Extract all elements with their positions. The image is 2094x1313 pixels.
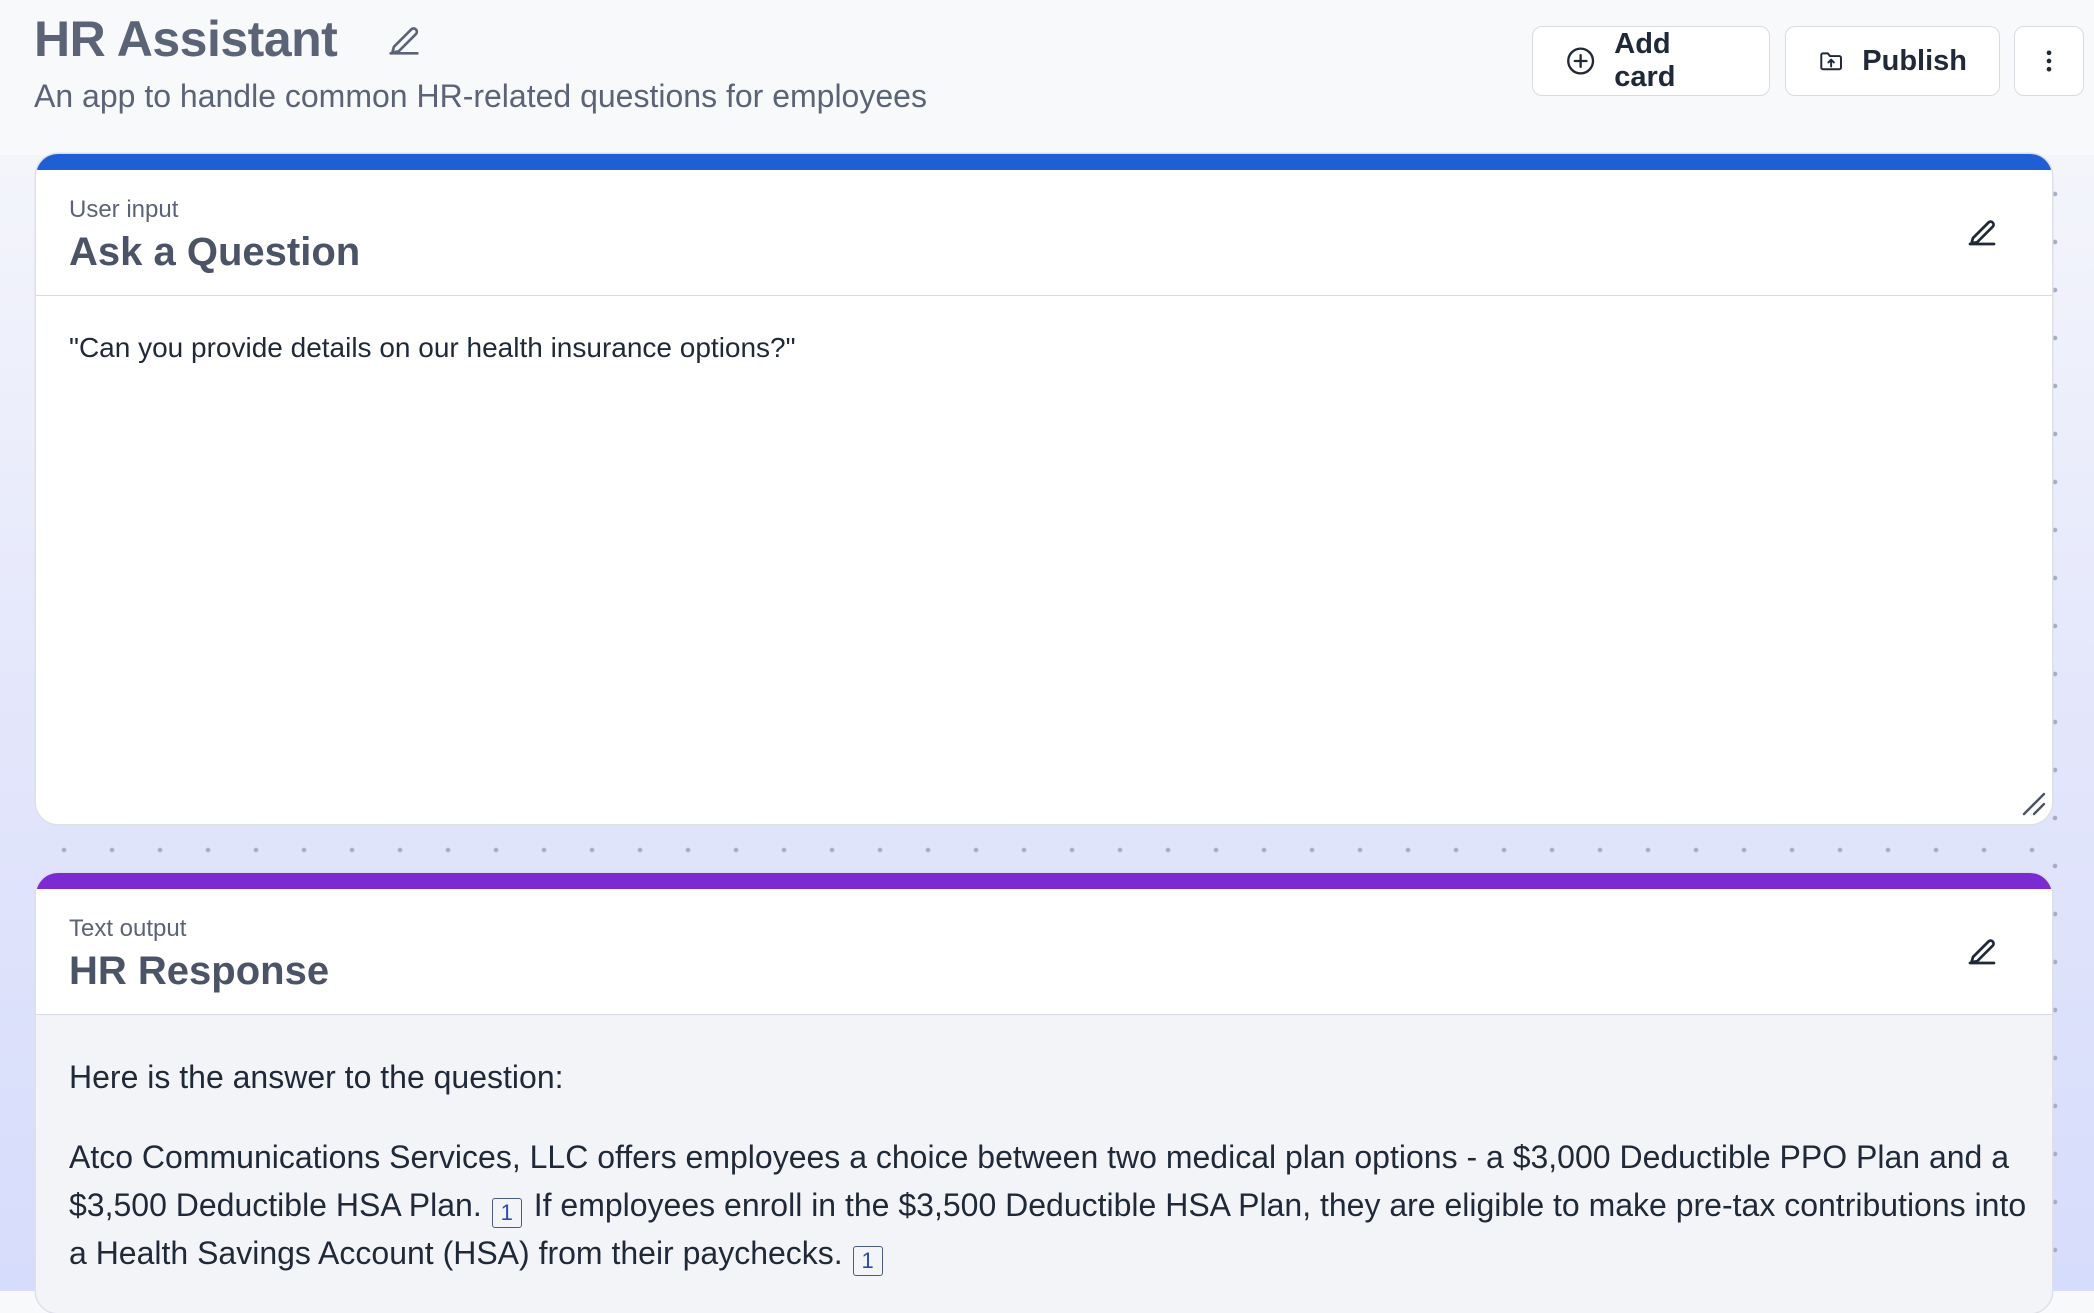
card-header: User input Ask a Question <box>36 170 2052 296</box>
text-output-card: Text output HR Response Here is the answ… <box>36 873 2052 1313</box>
card-kind-label: User input <box>69 196 179 223</box>
publish-button[interactable]: Publish <box>1785 26 2000 96</box>
question-input-value: "Can you provide details on our health i… <box>69 332 796 363</box>
card-title: HR Response <box>69 949 330 993</box>
plus-circle-icon <box>1567 47 1595 75</box>
card-header: Text output HR Response <box>36 889 2052 1015</box>
folder-upload-icon <box>1820 52 1842 71</box>
response-paragraph: Atco Communications Services, LLC offers… <box>69 1133 2049 1277</box>
more-options-button[interactable] <box>2014 26 2084 96</box>
vertical-dots-icon <box>2046 50 2052 72</box>
app-title: HR Assistant <box>34 11 338 67</box>
canvas-dot-grid <box>40 845 2050 855</box>
pencil-icon <box>1968 939 1996 965</box>
citation-badge[interactable]: 1 <box>491 1198 522 1228</box>
resize-handle-icon[interactable] <box>2018 788 2048 818</box>
add-card-button[interactable]: Add card <box>1532 26 1770 96</box>
pencil-icon <box>1968 220 1996 246</box>
user-input-card: User input Ask a Question "Can you provi… <box>36 154 2052 824</box>
card-accent-bar <box>36 154 2052 170</box>
edit-card-button[interactable] <box>1960 929 2004 973</box>
card-accent-bar <box>36 873 2052 889</box>
title-edit-button[interactable] <box>382 18 426 62</box>
pencil-icon <box>389 27 419 55</box>
add-card-label: Add card <box>1614 28 1676 93</box>
response-output: Here is the answer to the question: Atco… <box>36 1015 2052 1313</box>
edit-card-button[interactable] <box>1960 210 2004 254</box>
citation-badge[interactable]: 1 <box>852 1246 883 1276</box>
card-title: Ask a Question <box>69 230 361 274</box>
question-input[interactable]: "Can you provide details on our health i… <box>36 296 2052 824</box>
publish-label: Publish <box>1862 44 1967 77</box>
app-subtitle: An app to handle common HR-related quest… <box>34 78 927 114</box>
card-kind-label: Text output <box>69 915 187 942</box>
response-intro: Here is the answer to the question: <box>69 1059 564 1095</box>
